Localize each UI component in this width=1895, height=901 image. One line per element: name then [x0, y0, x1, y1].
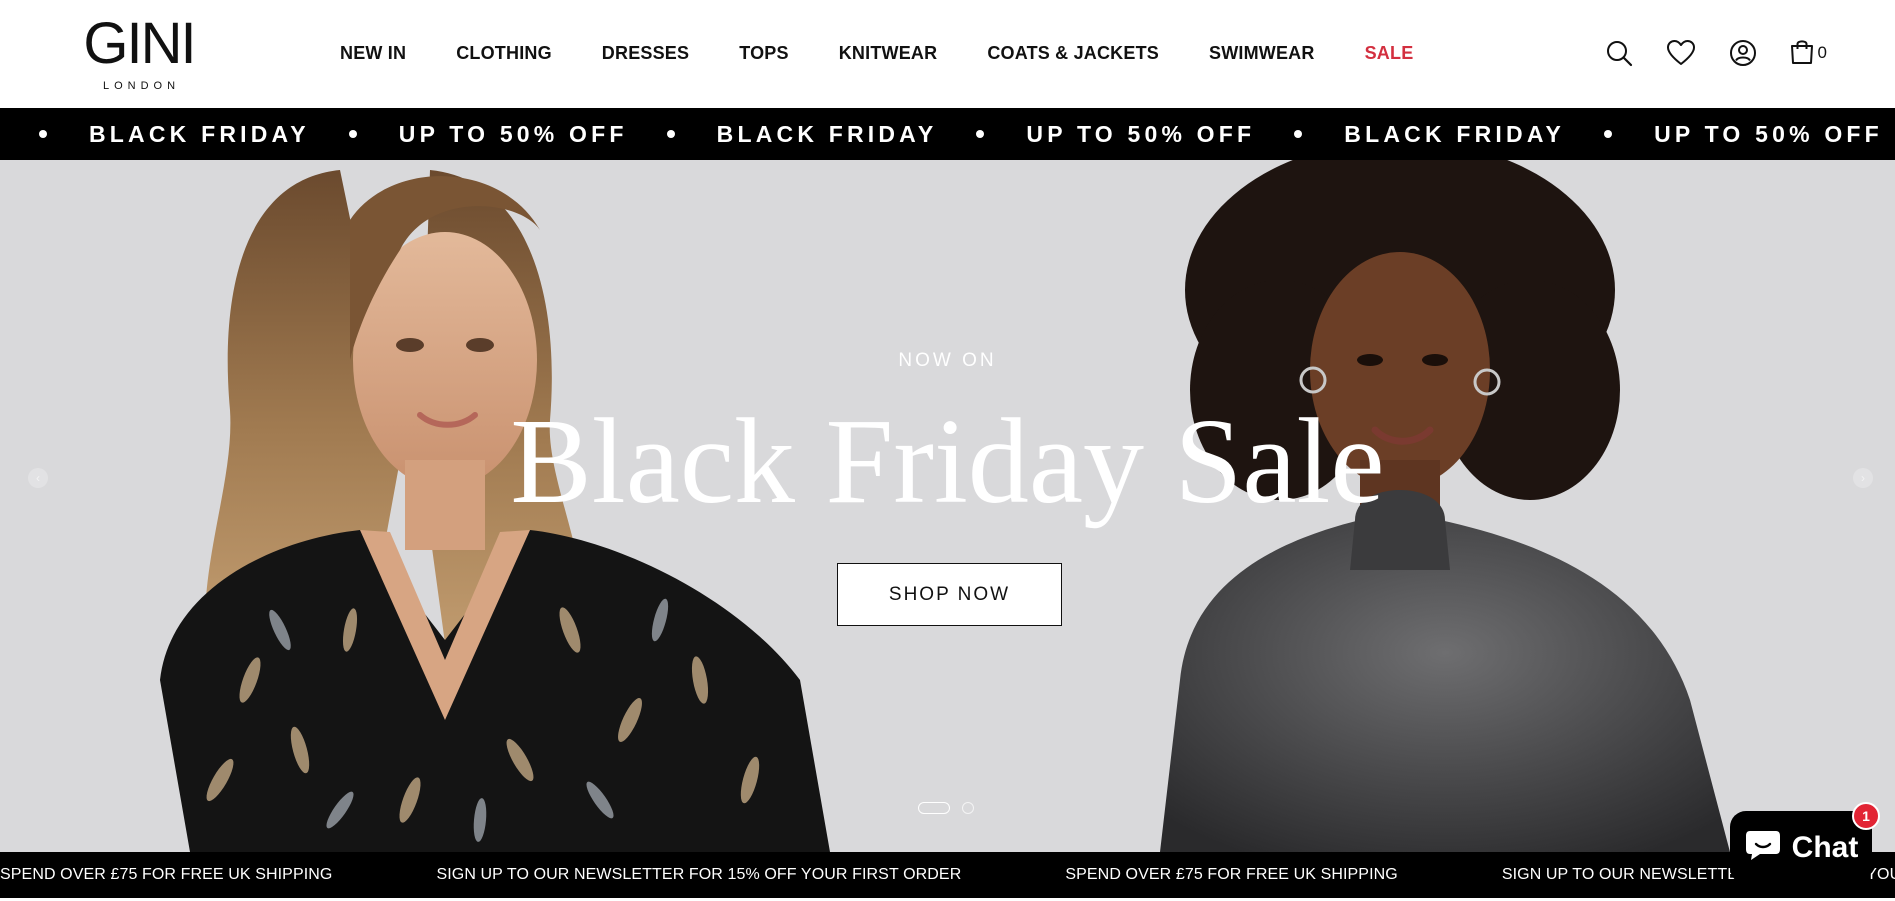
- announcement-track: SPEND OVER £75 FOR FREE UK SHIPPING SIGN…: [0, 852, 1895, 898]
- cart-button[interactable]: 0: [1788, 37, 1827, 70]
- hero-banner[interactable]: NOW ON Black Friday Sale SHOP NOW ‹ ›: [0, 160, 1895, 852]
- hero-title: Black Friday Sale: [510, 394, 1385, 529]
- site-header: GINI LONDON NEW IN CLOTHING DRESSES TOPS…: [0, 0, 1895, 108]
- announcement-item[interactable]: SPEND OVER £75 FOR FREE UK SHIPPING: [0, 866, 332, 884]
- shop-now-button[interactable]: SHOP NOW: [837, 563, 1062, 626]
- slide-pagination: [918, 802, 974, 814]
- logo-wordmark: GINI: [83, 11, 196, 76]
- cart-count: 0: [1817, 43, 1827, 62]
- ticker-text: UP TO 50% OFF: [1026, 120, 1256, 147]
- bullet-icon: [1604, 130, 1613, 138]
- ticker-item: BLACK FRIDAY: [628, 108, 938, 160]
- search-icon[interactable]: [1602, 36, 1636, 70]
- nav-item-tops[interactable]: TOPS: [739, 43, 788, 64]
- chat-notification-badge: 1: [1852, 802, 1880, 830]
- nav-item-knitwear[interactable]: KNITWEAR: [839, 43, 938, 64]
- bullet-icon: [666, 130, 675, 138]
- announcement-item[interactable]: SIGN UP TO OUR NEWSLETTER FOR 15% OFF YO…: [436, 866, 961, 884]
- account-icon[interactable]: [1726, 36, 1760, 70]
- bullet-icon: [39, 130, 47, 138]
- chevron-left-icon[interactable]: ‹: [28, 468, 48, 488]
- chat-bubble-icon: [1744, 828, 1782, 867]
- chevron-right-icon[interactable]: ›: [1853, 468, 1873, 488]
- announcement-bar: SPEND OVER £75 FOR FREE UK SHIPPING SIGN…: [0, 852, 1895, 898]
- nav-item-new-in[interactable]: NEW IN: [340, 43, 406, 64]
- nav-item-sale[interactable]: SALE: [1365, 43, 1414, 64]
- hero-eyebrow: NOW ON: [898, 350, 997, 371]
- heart-icon[interactable]: [1664, 36, 1698, 70]
- ticker-item: BLACK FRIDAY: [0, 108, 310, 160]
- ticker-text: BLACK FRIDAY: [89, 120, 310, 147]
- ticker-text: UP TO 50% OFF: [398, 120, 628, 147]
- ticker-text: BLACK FRIDAY: [1344, 120, 1566, 147]
- slide-dot[interactable]: [962, 802, 974, 814]
- nav-item-coats-jackets[interactable]: COATS & JACKETS: [987, 43, 1159, 64]
- bullet-icon: [1294, 130, 1303, 138]
- nav-item-swimwear[interactable]: SWIMWEAR: [1209, 43, 1315, 64]
- brand-logo[interactable]: GINI LONDON: [72, 14, 206, 94]
- bullet-icon: [976, 130, 985, 138]
- chat-button[interactable]: Chat: [1730, 811, 1872, 884]
- ticker-text: BLACK FRIDAY: [716, 120, 938, 147]
- ticker-item: UP TO 50% OFF: [937, 108, 1255, 160]
- header-actions: 0: [1574, 36, 1827, 70]
- ticker-text: UP TO 50% OFF: [1654, 120, 1883, 147]
- nav-item-dresses[interactable]: DRESSES: [602, 43, 689, 64]
- chat-label: Chat: [1791, 830, 1859, 864]
- ticker-item: UP TO 50% OFF: [310, 108, 628, 160]
- promo-ticker: BLACK FRIDAY UP TO 50% OFF BLACK FRIDAY …: [0, 108, 1895, 160]
- main-navigation: NEW IN CLOTHING DRESSES TOPS KNITWEAR CO…: [340, 40, 1413, 66]
- bullet-icon: [348, 130, 357, 138]
- ticker-track: BLACK FRIDAY UP TO 50% OFF BLACK FRIDAY …: [0, 108, 1883, 160]
- bag-icon: [1788, 37, 1816, 70]
- nav-item-clothing[interactable]: CLOTHING: [456, 43, 552, 64]
- announcement-item[interactable]: SPEND OVER £75 FOR FREE UK SHIPPING: [1065, 866, 1397, 884]
- logo-subtitle: LONDON: [102, 80, 181, 92]
- ticker-item: UP TO 50% OFF: [1565, 108, 1883, 160]
- ticker-item: BLACK FRIDAY: [1255, 108, 1565, 160]
- slide-dot-active[interactable]: [918, 802, 950, 814]
